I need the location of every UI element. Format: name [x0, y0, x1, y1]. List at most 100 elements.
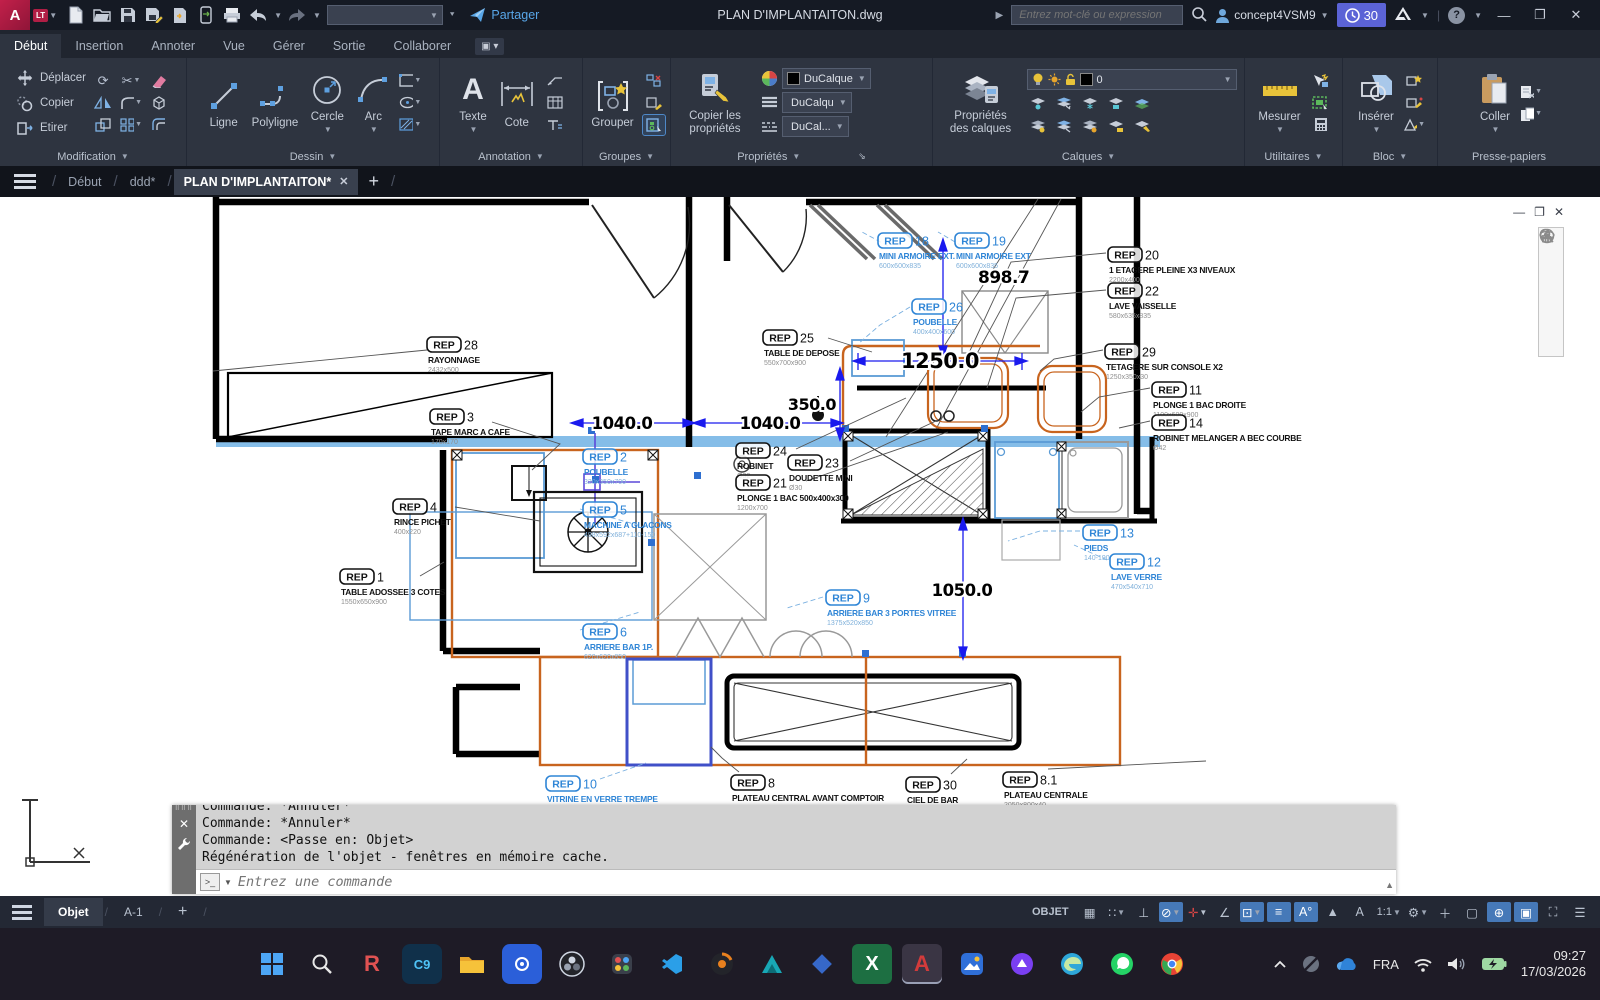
leader-icon[interactable]: [544, 71, 566, 91]
panel-cap-groupes[interactable]: Groupes▼: [583, 147, 670, 166]
snip-tool-icon[interactable]: [602, 944, 642, 984]
isolate-objects-button[interactable]: ▢: [1460, 902, 1484, 922]
copy-clip-icon[interactable]: ▼: [1520, 104, 1542, 124]
new-drawing-tab-button[interactable]: +: [358, 171, 389, 192]
account-button[interactable]: concept4VSM9 ▼: [1215, 8, 1328, 23]
drawing-minimize-icon[interactable]: —: [1513, 205, 1525, 219]
panel-cap-calques[interactable]: Calques▼: [933, 147, 1244, 166]
new-layout-button[interactable]: +: [164, 896, 201, 928]
volume-icon[interactable]: [1447, 956, 1467, 972]
tab-gerer[interactable]: Gérer: [259, 34, 319, 58]
command-input-row[interactable]: >_ ▼: [196, 869, 1396, 894]
excel-icon[interactable]: X: [852, 944, 892, 984]
paste-button[interactable]: Coller▼: [1476, 71, 1514, 134]
search-input[interactable]: [1017, 8, 1177, 22]
annotation-visibility-toggle[interactable]: A°: [1294, 902, 1318, 922]
clock[interactable]: 09:27 17/03/2026: [1521, 948, 1586, 980]
fillet-icon[interactable]: ▼: [120, 93, 142, 113]
filetab-plan-implantation[interactable]: PLAN D'IMPLANTAITON*✕: [174, 169, 359, 195]
search-taskbar-icon[interactable]: [302, 944, 342, 984]
line-button[interactable]: Ligne: [205, 77, 243, 129]
command-scroll-up-icon[interactable]: ▲: [1385, 880, 1394, 890]
insert-button[interactable]: Insérer▼: [1355, 71, 1397, 134]
tab-annoter[interactable]: Annoter: [137, 34, 209, 58]
app-video-icon[interactable]: [502, 944, 542, 984]
annotation-scale-button[interactable]: 1:1▼: [1375, 902, 1403, 922]
annotation-toggle[interactable]: A: [1348, 902, 1372, 922]
redo-caret[interactable]: ▼: [313, 11, 321, 20]
command-drag-dots[interactable]: ⠿⠿⠿: [175, 807, 193, 811]
linetype-dropdown[interactable]: DuCal...▼: [782, 116, 849, 137]
language-indicator[interactable]: FRA: [1373, 957, 1399, 972]
undo-icon[interactable]: [247, 4, 269, 26]
autoscale-toggle[interactable]: ▲: [1321, 902, 1345, 922]
ribbon-collapse-button[interactable]: ▣ ▾: [475, 38, 504, 55]
hardware-acceleration-toggle[interactable]: ⊕: [1487, 902, 1511, 922]
panel-cap-dessin[interactable]: Dessin▼: [187, 147, 439, 166]
tab-vue[interactable]: Vue: [209, 34, 259, 58]
model-tab[interactable]: Objet: [44, 898, 103, 926]
osnap-tracking-toggle[interactable]: ∠: [1213, 902, 1237, 922]
minimize-button[interactable]: —: [1490, 8, 1518, 23]
polar-tracking-toggle[interactable]: ✛▼: [1186, 902, 1210, 922]
layer-off-icon[interactable]: [1027, 93, 1049, 113]
panel-cap-modification[interactable]: Modification▼: [0, 147, 186, 166]
layer-dropdown[interactable]: 0▼: [1027, 69, 1237, 90]
hatch-tool-icon[interactable]: ▼: [399, 115, 421, 135]
save-icon[interactable]: [117, 4, 139, 26]
group-button[interactable]: Grouper: [588, 77, 636, 129]
scale-icon[interactable]: [92, 115, 114, 135]
search-box[interactable]: [1011, 5, 1183, 25]
erase-icon[interactable]: [148, 71, 170, 91]
ungroup-icon[interactable]: [643, 71, 665, 91]
circle-button[interactable]: Cercle▼: [307, 71, 347, 134]
layout-tab-a1[interactable]: A-1: [110, 898, 157, 926]
layer-isolate-icon[interactable]: [1053, 93, 1075, 113]
grid-toggle[interactable]: ▦: [1078, 902, 1102, 922]
edge-icon[interactable]: [1052, 944, 1092, 984]
redo-icon[interactable]: [286, 4, 308, 26]
filetab-debut[interactable]: Début: [58, 169, 111, 195]
quick-select-icon[interactable]: [1310, 71, 1332, 91]
new-file-icon[interactable]: [65, 4, 87, 26]
dynamic-input-toggle[interactable]: ⊥: [1132, 902, 1156, 922]
tab-insertion[interactable]: Insertion: [61, 34, 137, 58]
export-icon[interactable]: [169, 4, 191, 26]
whatsapp-icon[interactable]: [1102, 944, 1142, 984]
close-button[interactable]: ✕: [1562, 7, 1590, 23]
navigation-bar[interactable]: [1538, 227, 1564, 357]
panel-cap-annotation[interactable]: Annotation▼: [440, 147, 582, 166]
objet-mode-button[interactable]: OBJET: [1026, 906, 1075, 918]
dimension-button[interactable]: Cote: [496, 77, 538, 129]
layer-lock-icon[interactable]: [1105, 93, 1127, 113]
drawing-close-icon[interactable]: ✕: [1554, 205, 1564, 219]
vscode-icon[interactable]: [652, 944, 692, 984]
array-icon[interactable]: ▼: [120, 115, 142, 135]
trial-days-badge[interactable]: 30: [1337, 3, 1386, 27]
photos-icon[interactable]: [952, 944, 992, 984]
group-select-toggle[interactable]: [643, 115, 665, 135]
orbit-icon[interactable]: [1539, 228, 1555, 242]
edit-block-icon[interactable]: [1403, 93, 1425, 113]
app-c9-icon[interactable]: C9: [402, 944, 442, 984]
panel-cap-bloc[interactable]: Bloc▼: [1343, 147, 1437, 166]
select-similar-icon[interactable]: [1310, 93, 1332, 113]
polyline-button[interactable]: Polyligne: [249, 77, 302, 129]
layer-unlock2-icon[interactable]: [1105, 116, 1127, 136]
tray-chevron-icon[interactable]: [1273, 959, 1287, 969]
open-folder-icon[interactable]: [91, 4, 113, 26]
clean-screen-toggle[interactable]: ▣: [1514, 902, 1538, 922]
layer-make-current-icon[interactable]: [1131, 93, 1153, 113]
autocad-logo[interactable]: A: [0, 0, 30, 30]
share-button[interactable]: Partager: [469, 7, 539, 24]
command-input[interactable]: [236, 873, 1392, 891]
app-menu-caret[interactable]: ▼: [49, 11, 57, 20]
create-block-icon[interactable]: [1403, 71, 1425, 91]
app-r-icon[interactable]: R: [352, 944, 392, 984]
command-settings-wrench-icon[interactable]: [177, 837, 191, 851]
tab-collaborer[interactable]: Collaborer: [379, 34, 465, 58]
layer-freeze-icon[interactable]: [1079, 93, 1101, 113]
offset-icon[interactable]: [148, 115, 170, 135]
autocad-taskbar-icon[interactable]: A: [902, 944, 942, 984]
command-window[interactable]: ⠿⠿⠿ ✕ Commande: *Annuler* Commande: *Ann…: [172, 805, 1396, 894]
